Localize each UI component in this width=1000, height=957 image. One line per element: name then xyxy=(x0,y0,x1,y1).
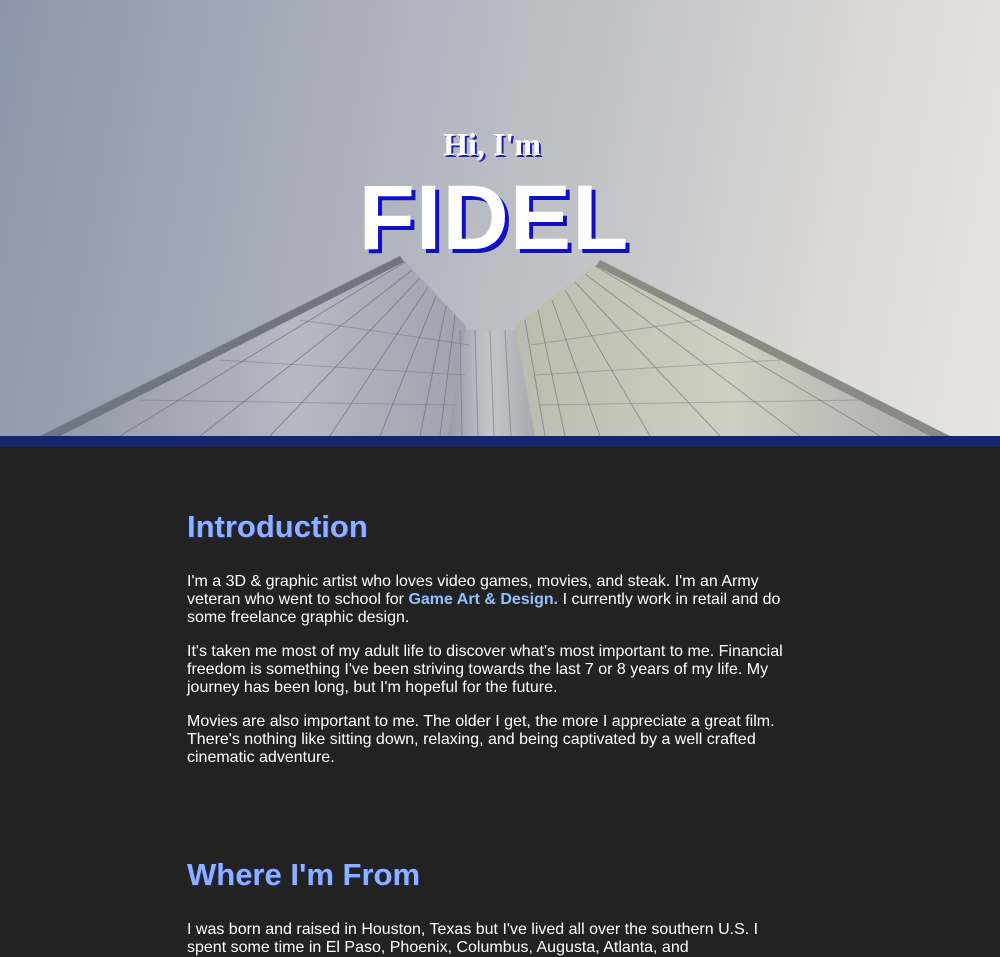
intro-paragraph-2: It's taken me most of my adult life to d… xyxy=(187,643,783,696)
main-content: Introduction I'm a 3D & graphic artist w… xyxy=(187,447,797,957)
hero-banner: Hi, I'm FIDEL xyxy=(0,0,1000,436)
intro-paragraph-1: I'm a 3D & graphic artist who loves vide… xyxy=(187,573,797,627)
intro-paragraph-3: Movies are also important to me. The old… xyxy=(187,713,775,766)
where-from-section: Where I'm From I was born and raised in … xyxy=(187,857,797,957)
where-from-heading: Where I'm From xyxy=(187,857,421,892)
game-art-design-link[interactable]: Game Art & Design. xyxy=(408,591,558,608)
hero-name: FIDEL xyxy=(358,167,630,269)
introduction-section: Introduction I'm a 3D & graphic artist w… xyxy=(187,509,797,767)
section-divider xyxy=(0,436,1000,447)
hero-greeting: Hi, I'm xyxy=(443,126,541,162)
introduction-heading: Introduction xyxy=(187,509,368,544)
where-from-paragraph-1: I was born and raised in Houston, Texas … xyxy=(187,921,759,956)
